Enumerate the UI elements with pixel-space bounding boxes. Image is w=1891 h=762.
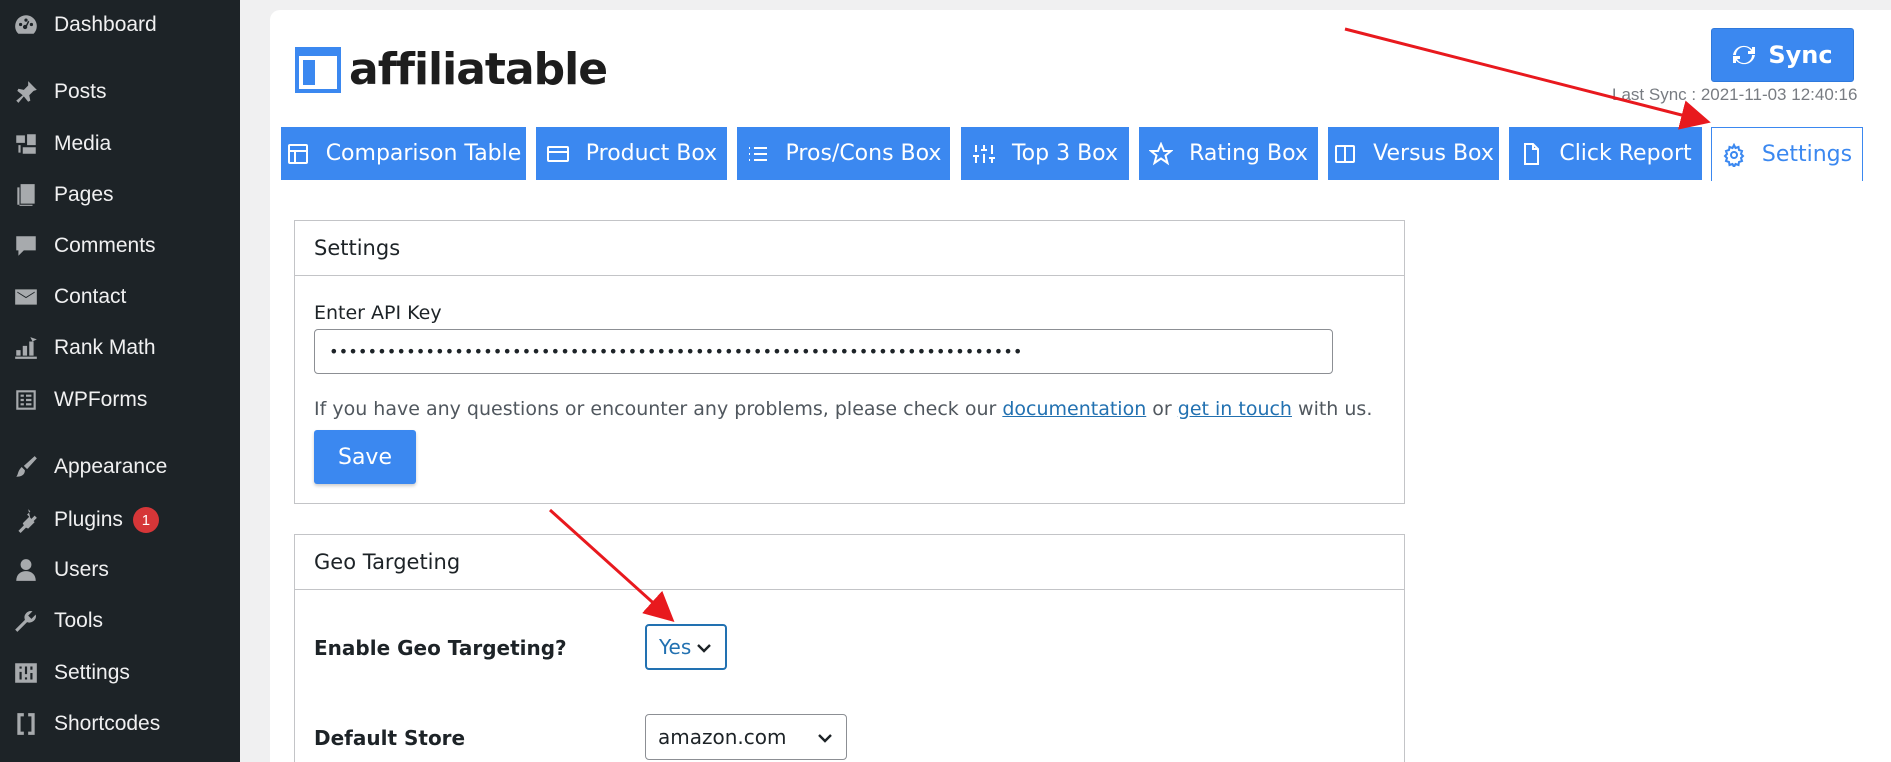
sidebar-item-users[interactable]: Users (0, 550, 240, 590)
sync-button[interactable]: Sync (1711, 28, 1854, 82)
sidebar-item-appearance[interactable]: Appearance (0, 447, 240, 487)
help-prefix: If you have any questions or encounter a… (314, 398, 1003, 420)
media-icon (12, 130, 40, 158)
settings-panel-title: Settings (295, 221, 1404, 276)
user-icon (12, 556, 40, 584)
tab-pros-cons-box[interactable]: Pros/Cons Box (737, 127, 950, 180)
help-text: If you have any questions or encounter a… (314, 398, 1372, 420)
logo-mark-icon (293, 45, 343, 95)
form-icon (12, 386, 40, 414)
sidebar-item-shortcodes[interactable]: Shortcodes (0, 704, 240, 744)
help-mid: or (1146, 398, 1178, 420)
brush-icon (12, 453, 40, 481)
sidebar-item-label: Settings (54, 661, 130, 684)
tab-label: Top 3 Box (1011, 141, 1118, 166)
chart-icon (12, 334, 40, 362)
tab-label: Click Report (1559, 141, 1692, 166)
tab-label: Comparison Table (325, 141, 522, 166)
card-icon (546, 145, 569, 162)
sliders-icon (12, 659, 40, 687)
sidebar-item-label: Media (54, 132, 112, 155)
sidebar-item-label: Contact (54, 285, 127, 308)
comment-icon (12, 232, 40, 260)
api-key-input[interactable]: ••••••••••••••••••••••••••••••••••••••••… (314, 329, 1333, 374)
tab-product-box[interactable]: Product Box (536, 127, 727, 180)
api-key-value: ••••••••••••••••••••••••••••••••••••••••… (329, 342, 1023, 361)
last-sync-text: Last Sync : 2021-11-03 12:40:16 (1612, 85, 1858, 104)
get-in-touch-link[interactable]: get in touch (1178, 398, 1292, 420)
chevron-down-icon (816, 728, 834, 746)
sidebar-item-dashboard[interactable]: Dashboard (0, 5, 240, 45)
sidebar-item-tools[interactable]: Tools (0, 601, 240, 641)
chevron-down-icon (695, 638, 713, 656)
tab-rating-box[interactable]: Rating Box (1139, 127, 1318, 180)
save-button[interactable]: Save (314, 430, 416, 484)
columns-icon (1335, 144, 1356, 163)
sidebar-item-rank-math[interactable]: Rank Math (0, 328, 240, 368)
sidebar-item-label: Pages (54, 183, 114, 206)
mail-icon (12, 283, 40, 311)
default-store-value: amazon.com (658, 725, 787, 749)
help-suffix: with us. (1291, 398, 1373, 420)
enable-geo-select[interactable]: Yes (645, 624, 727, 670)
sidebar-item-posts[interactable]: Posts (0, 72, 240, 112)
sidebar-item-label: Shortcodes (54, 712, 161, 735)
sidebar-item-label: WPForms (54, 388, 148, 411)
pin-icon (12, 78, 40, 106)
sync-button-label: Sync (1768, 41, 1833, 69)
plug-icon (12, 506, 40, 534)
logo-text: affiliatable (349, 44, 608, 95)
sidebar-item-settings[interactable]: Settings (0, 653, 240, 693)
tab-label: Rating Box (1189, 141, 1308, 166)
brackets-icon (12, 710, 40, 738)
tab-label: Product Box (585, 141, 718, 166)
affiliatable-logo: affiliatable (293, 44, 608, 95)
default-store-label: Default Store (314, 726, 466, 750)
sidebar-item-contact[interactable]: Contact (0, 277, 240, 317)
tab-label: Versus Box (1373, 141, 1494, 166)
default-store-select[interactable]: amazon.com (645, 714, 847, 760)
gear-icon (1723, 142, 1745, 167)
api-key-label: Enter API Key (314, 302, 442, 324)
tab-comparison-table[interactable]: Comparison Table (281, 127, 526, 180)
sidebar-item-label: Plugins (54, 508, 123, 531)
sliders-icon (972, 144, 995, 163)
sidebar-item-label: Comments (54, 234, 156, 257)
sidebar-item-comments[interactable]: Comments (0, 226, 240, 266)
sidebar-item-label: Tools (54, 609, 104, 632)
sidebar-item-media[interactable]: Media (0, 124, 240, 164)
sidebar-item-label: Appearance (54, 455, 168, 478)
tab-settings[interactable]: Settings (1711, 127, 1863, 181)
admin-sidebar: Dashboard Posts Media Pages Comments Con… (0, 0, 240, 762)
sidebar-item-label: Posts (54, 80, 107, 103)
document-icon (1524, 142, 1540, 165)
pages-icon (12, 181, 40, 209)
sidebar-item-label: Users (54, 558, 109, 581)
geo-panel-title: Geo Targeting (295, 535, 1404, 590)
sidebar-item-label: Dashboard (54, 13, 157, 36)
list-icon (748, 146, 767, 161)
tab-label: Pros/Cons Box (785, 141, 942, 166)
dashboard-icon (12, 11, 40, 39)
sidebar-item-pages[interactable]: Pages (0, 175, 240, 215)
table-icon (287, 143, 308, 164)
enable-geo-label: Enable Geo Targeting? (314, 636, 567, 660)
tab-click-report[interactable]: Click Report (1509, 127, 1702, 180)
wrench-icon (12, 607, 40, 635)
refresh-icon (1733, 45, 1756, 65)
tab-label: Settings (1761, 142, 1853, 167)
enable-geo-value: Yes (659, 635, 692, 659)
star-icon (1149, 141, 1174, 165)
update-count-badge: 1 (132, 507, 159, 533)
documentation-link[interactable]: documentation (1002, 398, 1146, 420)
tab-versus-box[interactable]: Versus Box (1328, 127, 1499, 180)
sidebar-item-wpforms[interactable]: WPForms (0, 380, 240, 420)
sidebar-item-label: Rank Math (54, 336, 156, 359)
sidebar-item-plugins[interactable]: Plugins 1 (0, 500, 240, 540)
tab-top-3-box[interactable]: Top 3 Box (961, 127, 1129, 180)
